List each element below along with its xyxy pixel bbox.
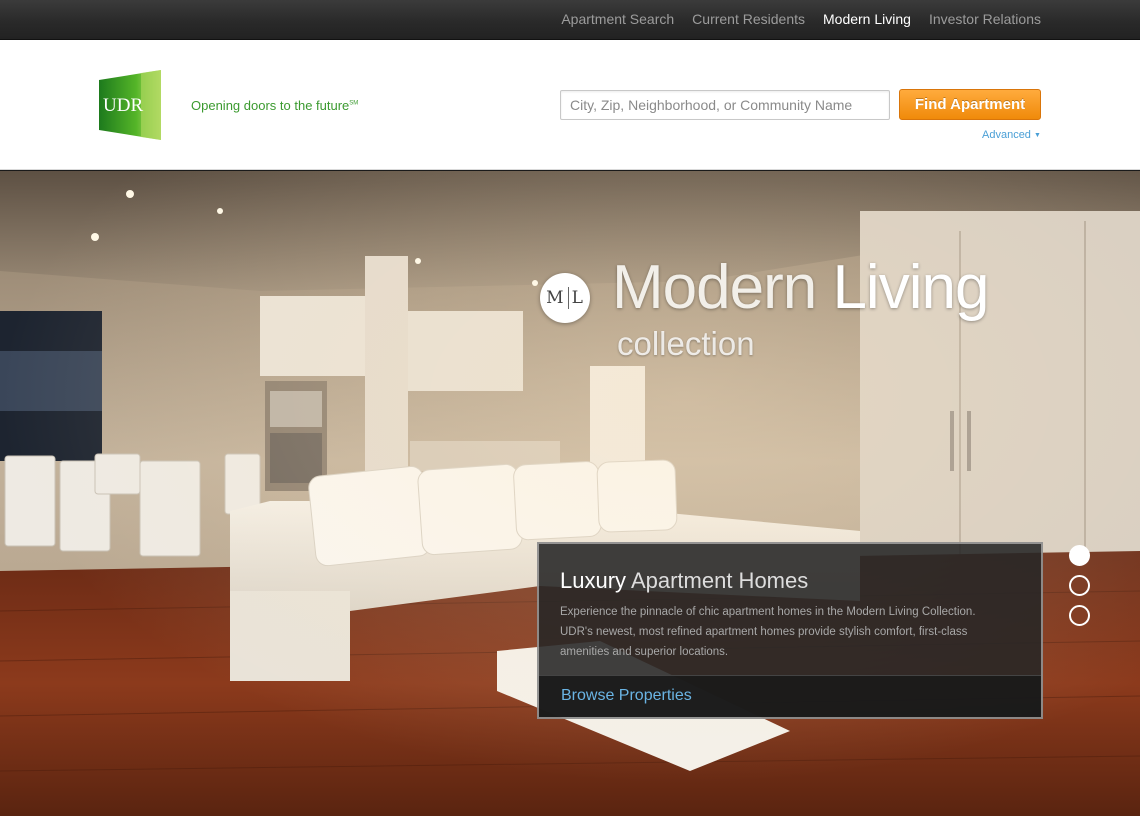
slide-dot-3[interactable] [1069,605,1090,626]
advanced-search-link[interactable]: Advanced ▼ [982,129,1041,141]
site-header: UDR Opening doors to the futureSM Find A… [0,40,1140,170]
promo-description: Experience the pinnacle of chic apartmen… [560,606,976,658]
promo-footer: Browse Properties [539,675,1041,717]
caret-down-icon: ▼ [1034,132,1041,139]
promo-title: Luxury Apartment Homes [560,568,809,593]
logo-text: UDR [103,95,143,116]
nav-investor-relations[interactable]: Investor Relations [929,11,1041,27]
modern-living-badge: ML [540,273,590,323]
slide-pager [1069,545,1090,635]
slide-dot-1[interactable] [1069,545,1090,566]
slide-dot-2[interactable] [1069,575,1090,596]
find-apartment-button[interactable]: Find Apartment [899,89,1041,120]
udr-logo[interactable]: UDR [99,70,161,140]
nav-apartment-search[interactable]: Apartment Search [561,11,674,27]
nav-current-residents[interactable]: Current Residents [692,11,805,27]
hero-banner: ML Modern Living collection Luxury Apart… [0,171,1140,816]
hero-title: Modern Living [612,253,989,322]
promo-panel: Luxury Apartment Homes Experience the pi… [537,542,1043,719]
tagline: Opening doors to the futureSM [191,98,359,113]
nav-modern-living[interactable]: Modern Living [823,11,911,27]
search-input[interactable] [560,90,890,120]
top-nav: Apartment Search Current Residents Moder… [0,0,1140,40]
browse-properties-link[interactable]: Browse Properties [561,687,692,705]
hero-subtitle: collection [617,325,755,362]
